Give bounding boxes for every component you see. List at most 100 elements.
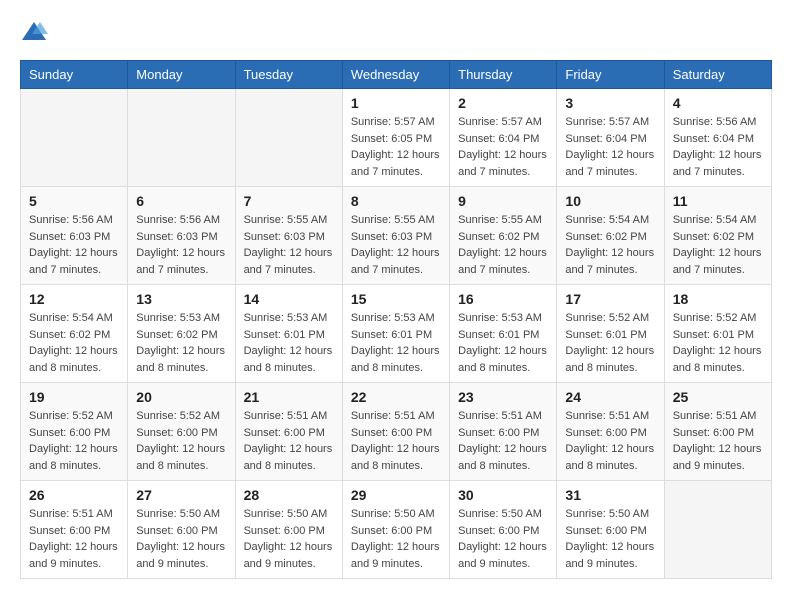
day-number: 18 <box>673 291 763 307</box>
calendar-cell: 25 Sunrise: 5:51 AM Sunset: 6:00 PM Dayli… <box>664 383 771 481</box>
day-number: 30 <box>458 487 548 503</box>
day-number: 5 <box>29 193 119 209</box>
day-number: 24 <box>565 389 655 405</box>
day-number: 20 <box>136 389 226 405</box>
calendar-cell: 6 Sunrise: 5:56 AM Sunset: 6:03 PM Daylig… <box>128 187 235 285</box>
calendar-cell: 31 Sunrise: 5:50 AM Sunset: 6:00 PM Dayli… <box>557 481 664 579</box>
day-info: Sunrise: 5:52 AM Sunset: 6:01 PM Dayligh… <box>565 310 655 376</box>
calendar-cell: 16 Sunrise: 5:53 AM Sunset: 6:01 PM Dayli… <box>450 285 557 383</box>
calendar-table: SundayMondayTuesdayWednesdayThursdayFrid… <box>20 60 772 579</box>
day-info: Sunrise: 5:50 AM Sunset: 6:00 PM Dayligh… <box>244 506 334 572</box>
page-header <box>20 20 772 44</box>
day-number: 3 <box>565 95 655 111</box>
day-number: 12 <box>29 291 119 307</box>
calendar-cell: 26 Sunrise: 5:51 AM Sunset: 6:00 PM Dayli… <box>21 481 128 579</box>
day-info: Sunrise: 5:53 AM Sunset: 6:02 PM Dayligh… <box>136 310 226 376</box>
calendar-cell: 5 Sunrise: 5:56 AM Sunset: 6:03 PM Daylig… <box>21 187 128 285</box>
day-info: Sunrise: 5:55 AM Sunset: 6:02 PM Dayligh… <box>458 212 548 278</box>
day-info: Sunrise: 5:54 AM Sunset: 6:02 PM Dayligh… <box>673 212 763 278</box>
calendar-cell: 9 Sunrise: 5:55 AM Sunset: 6:02 PM Daylig… <box>450 187 557 285</box>
day-number: 25 <box>673 389 763 405</box>
calendar-cell: 10Sunrise: 5:54 AM Sunset: 6:02 PM Dayli… <box>557 187 664 285</box>
day-info: Sunrise: 5:57 AM Sunset: 6:05 PM Dayligh… <box>351 114 441 180</box>
calendar-week-2: 5 Sunrise: 5:56 AM Sunset: 6:03 PM Daylig… <box>21 187 772 285</box>
calendar-cell: 1 Sunrise: 5:57 AM Sunset: 6:05 PM Daylig… <box>342 89 449 187</box>
calendar-cell: 28 Sunrise: 5:50 AM Sunset: 6:00 PM Dayli… <box>235 481 342 579</box>
day-info: Sunrise: 5:52 AM Sunset: 6:01 PM Dayligh… <box>673 310 763 376</box>
day-number: 13 <box>136 291 226 307</box>
calendar-cell <box>664 481 771 579</box>
calendar-week-3: 12 Sunrise: 5:54 AM Sunset: 6:02 PM Dayli… <box>21 285 772 383</box>
day-header-tuesday: Tuesday <box>235 61 342 89</box>
day-info: Sunrise: 5:51 AM Sunset: 6:00 PM Dayligh… <box>244 408 334 474</box>
day-number: 10 <box>565 193 655 209</box>
calendar-cell: 21 Sunrise: 5:51 AM Sunset: 6:00 PM Dayli… <box>235 383 342 481</box>
calendar-cell: 18 Sunrise: 5:52 AM Sunset: 6:01 PM Dayli… <box>664 285 771 383</box>
day-number: 14 <box>244 291 334 307</box>
calendar-cell: 19 Sunrise: 5:52 AM Sunset: 6:00 PM Dayli… <box>21 383 128 481</box>
day-header-friday: Friday <box>557 61 664 89</box>
day-info: Sunrise: 5:50 AM Sunset: 6:00 PM Dayligh… <box>458 506 548 572</box>
day-number: 21 <box>244 389 334 405</box>
day-number: 19 <box>29 389 119 405</box>
day-info: Sunrise: 5:51 AM Sunset: 6:00 PM Dayligh… <box>29 506 119 572</box>
day-info: Sunrise: 5:56 AM Sunset: 6:03 PM Dayligh… <box>136 212 226 278</box>
day-info: Sunrise: 5:55 AM Sunset: 6:03 PM Dayligh… <box>351 212 441 278</box>
day-info: Sunrise: 5:53 AM Sunset: 6:01 PM Dayligh… <box>244 310 334 376</box>
day-number: 16 <box>458 291 548 307</box>
day-number: 31 <box>565 487 655 503</box>
day-info: Sunrise: 5:57 AM Sunset: 6:04 PM Dayligh… <box>458 114 548 180</box>
day-number: 29 <box>351 487 441 503</box>
day-info: Sunrise: 5:56 AM Sunset: 6:03 PM Dayligh… <box>29 212 119 278</box>
calendar-cell <box>235 89 342 187</box>
day-number: 17 <box>565 291 655 307</box>
day-number: 26 <box>29 487 119 503</box>
day-info: Sunrise: 5:52 AM Sunset: 6:00 PM Dayligh… <box>29 408 119 474</box>
day-number: 4 <box>673 95 763 111</box>
day-header-sunday: Sunday <box>21 61 128 89</box>
day-header-thursday: Thursday <box>450 61 557 89</box>
calendar-cell: 20Sunrise: 5:52 AM Sunset: 6:00 PM Dayli… <box>128 383 235 481</box>
day-number: 1 <box>351 95 441 111</box>
calendar-header-row: SundayMondayTuesdayWednesdayThursdayFrid… <box>21 61 772 89</box>
day-info: Sunrise: 5:51 AM Sunset: 6:00 PM Dayligh… <box>458 408 548 474</box>
day-number: 27 <box>136 487 226 503</box>
calendar-cell: 13 Sunrise: 5:53 AM Sunset: 6:02 PM Dayli… <box>128 285 235 383</box>
day-info: Sunrise: 5:57 AM Sunset: 6:04 PM Dayligh… <box>565 114 655 180</box>
day-header-wednesday: Wednesday <box>342 61 449 89</box>
calendar-cell: 29Sunrise: 5:50 AM Sunset: 6:00 PM Dayli… <box>342 481 449 579</box>
calendar-week-1: 1 Sunrise: 5:57 AM Sunset: 6:05 PM Daylig… <box>21 89 772 187</box>
calendar-cell <box>21 89 128 187</box>
day-number: 7 <box>244 193 334 209</box>
logo-icon <box>20 20 48 44</box>
logo <box>20 20 50 44</box>
calendar-cell: 23Sunrise: 5:51 AM Sunset: 6:00 PM Dayli… <box>450 383 557 481</box>
calendar-cell <box>128 89 235 187</box>
calendar-cell: 17 Sunrise: 5:52 AM Sunset: 6:01 PM Dayli… <box>557 285 664 383</box>
day-info: Sunrise: 5:50 AM Sunset: 6:00 PM Dayligh… <box>136 506 226 572</box>
day-number: 11 <box>673 193 763 209</box>
calendar-cell: 8 Sunrise: 5:55 AM Sunset: 6:03 PM Daylig… <box>342 187 449 285</box>
calendar-cell: 12 Sunrise: 5:54 AM Sunset: 6:02 PM Dayli… <box>21 285 128 383</box>
calendar-week-4: 19 Sunrise: 5:52 AM Sunset: 6:00 PM Dayli… <box>21 383 772 481</box>
day-info: Sunrise: 5:53 AM Sunset: 6:01 PM Dayligh… <box>458 310 548 376</box>
calendar-cell: 24 Sunrise: 5:51 AM Sunset: 6:00 PM Dayli… <box>557 383 664 481</box>
calendar-cell: 11 Sunrise: 5:54 AM Sunset: 6:02 PM Dayli… <box>664 187 771 285</box>
day-number: 8 <box>351 193 441 209</box>
day-header-monday: Monday <box>128 61 235 89</box>
day-header-saturday: Saturday <box>664 61 771 89</box>
day-info: Sunrise: 5:51 AM Sunset: 6:00 PM Dayligh… <box>565 408 655 474</box>
day-info: Sunrise: 5:54 AM Sunset: 6:02 PM Dayligh… <box>29 310 119 376</box>
day-number: 28 <box>244 487 334 503</box>
day-number: 22 <box>351 389 441 405</box>
calendar-cell: 7Sunrise: 5:55 AM Sunset: 6:03 PM Daylig… <box>235 187 342 285</box>
day-number: 6 <box>136 193 226 209</box>
calendar-cell: 14 Sunrise: 5:53 AM Sunset: 6:01 PM Dayli… <box>235 285 342 383</box>
day-info: Sunrise: 5:56 AM Sunset: 6:04 PM Dayligh… <box>673 114 763 180</box>
day-number: 15 <box>351 291 441 307</box>
day-info: Sunrise: 5:50 AM Sunset: 6:00 PM Dayligh… <box>565 506 655 572</box>
day-number: 2 <box>458 95 548 111</box>
day-number: 9 <box>458 193 548 209</box>
calendar-cell: 4 Sunrise: 5:56 AM Sunset: 6:04 PM Daylig… <box>664 89 771 187</box>
day-info: Sunrise: 5:51 AM Sunset: 6:00 PM Dayligh… <box>673 408 763 474</box>
